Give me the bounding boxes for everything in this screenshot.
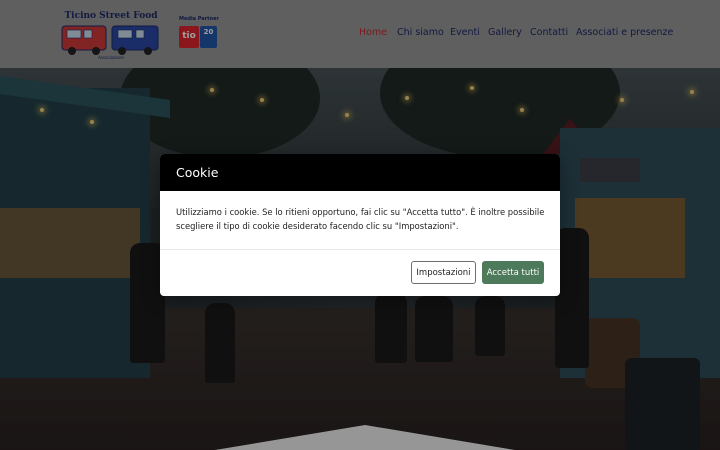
cookie-modal: Cookie Utilizziamo i cookie. Se lo ritie…: [160, 154, 560, 296]
cookie-modal-header: Cookie: [160, 154, 560, 191]
cookie-modal-title: Cookie: [176, 165, 219, 180]
settings-button[interactable]: Impostazioni: [411, 261, 476, 284]
modal-divider: [160, 249, 560, 250]
accept-all-button[interactable]: Accetta tutti: [482, 261, 544, 284]
cookie-modal-text: Utilizziamo i cookie. Se lo ritieni oppo…: [176, 207, 545, 231]
